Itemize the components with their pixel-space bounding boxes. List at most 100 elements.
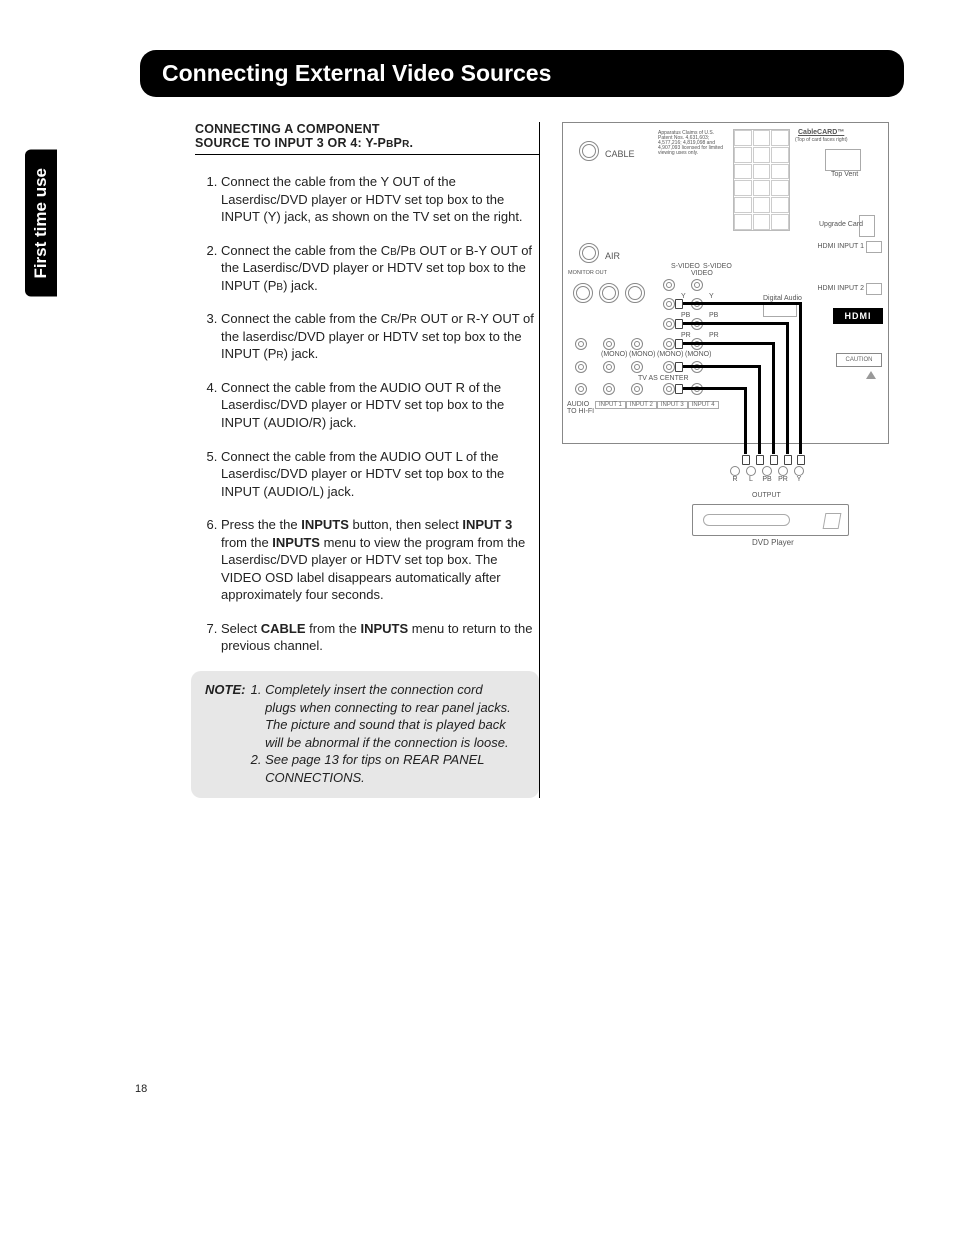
cable-pb-h [677, 322, 789, 325]
in3-r1 [663, 361, 675, 373]
cable-y-v2 [799, 432, 802, 454]
out-r2-jack [575, 383, 587, 395]
upgrade-label: Upgrade Card [819, 221, 863, 228]
plug-y [675, 299, 683, 309]
dvd-out-l: L [746, 466, 756, 483]
sub-heading-dot: . [409, 136, 413, 150]
sub-heading-line2c: P [394, 136, 403, 150]
air-label: AIR [605, 251, 620, 261]
rear-panel-diagram: CABLE AIR Apparatus Claims of U.S. Paten… [562, 122, 889, 444]
hdmi2-label: HDMI INPUT 2 [817, 285, 864, 292]
audio-hifi-label: AUDIO TO HI-FI [567, 401, 597, 415]
step-7: Select CABLE from the INPUTS menu to ret… [221, 620, 539, 655]
step-2c: /P [397, 243, 409, 258]
step-2d: B [409, 247, 416, 258]
in1-l-jack [603, 338, 615, 350]
step-7a: Select [221, 621, 261, 636]
cable-y-h [677, 302, 802, 305]
side-tab: First time use [25, 150, 57, 297]
steps-list: Connect the cable from the Y OUT of the … [195, 173, 539, 655]
cable-r-v2 [744, 432, 747, 454]
in2-r1 [631, 361, 643, 373]
input2-label: INPUT 2 [626, 401, 657, 409]
cable-pr-v [772, 342, 775, 432]
pb-label: PB [681, 312, 690, 319]
in2-l-jack [631, 338, 643, 350]
in3-r2 [663, 383, 675, 395]
cable-l-v2 [758, 432, 761, 454]
input2-sv-jack [691, 279, 703, 291]
step-7d: INPUTS [360, 621, 408, 636]
output-label: OUTPUT [752, 492, 781, 499]
cable-pr-v2 [772, 432, 775, 454]
warning-icon [866, 371, 876, 379]
hdmi1-port-icon [866, 241, 882, 253]
step-5: Connect the cable from the AUDIO OUT L o… [221, 448, 539, 501]
monitor-out-label: MONITOR OUT [568, 270, 607, 276]
sub-heading: CONNECTING A COMPONENT SOURCE TO INPUT 3… [195, 122, 539, 155]
cablecard-slot-icon [733, 129, 790, 231]
cablecard-sub: (Top of card faces right) [795, 137, 848, 143]
top-vent-label: Top Vent [831, 171, 858, 178]
hdmi2-port-icon [866, 283, 882, 295]
cable-r-h [677, 387, 747, 390]
sub-heading-line2a: SOURCE TO INPUT 3 OR 4: Y-P [195, 136, 386, 150]
input-labels-row: INPUT 1 INPUT 2 INPUT 3 INPUT 4 [595, 401, 719, 409]
step-3g: ) jack. [284, 346, 319, 361]
plug-out-r [742, 455, 750, 465]
plug-out-pb [770, 455, 778, 465]
tv-center-label: TV AS CENTER [638, 375, 689, 382]
cable-label: CABLE [605, 149, 635, 159]
plug-pb [675, 319, 683, 329]
step-3f: R [276, 350, 283, 361]
sub-heading-line1: CONNECTING A COMPONENT [195, 122, 380, 136]
page-title: Connecting External Video Sources [140, 50, 904, 97]
input3-y-jack [663, 298, 675, 310]
cable-l-v [758, 365, 761, 432]
hdmi1-label: HDMI INPUT 1 [817, 243, 864, 250]
step-7b: CABLE [261, 621, 306, 636]
page-number: 18 [135, 1083, 147, 1095]
step-6c: button, then select [349, 517, 462, 532]
step-3d: R [410, 315, 417, 326]
note-1: Completely insert the connection cord pl… [265, 681, 517, 751]
input1-sv-jack [663, 279, 675, 291]
in1-r1 [603, 361, 615, 373]
dvd-out-r: R [730, 466, 740, 483]
dvd-out-pr: PR [778, 466, 788, 483]
step-6e: from the [221, 535, 272, 550]
step-6: Press the the INPUTS button, then select… [221, 516, 539, 604]
cable-jack-icon [579, 141, 599, 161]
mono-4: (MONO) [685, 351, 711, 358]
mono-3: (MONO) [657, 351, 683, 358]
pr-label: PR [681, 332, 691, 339]
input3-label: INPUT 3 [657, 401, 688, 409]
note-label: NOTE: [205, 682, 245, 697]
dvd-label: DVD Player [752, 538, 794, 547]
step-6b: INPUTS [301, 517, 349, 532]
digital-audio-label: Digital Audio [763, 295, 802, 302]
step-6f: INPUTS [272, 535, 320, 550]
note-box: NOTE: Completely insert the connection c… [191, 671, 539, 798]
plug-out-y [797, 455, 805, 465]
out-r1-jack [575, 361, 587, 373]
out-l-jack [575, 338, 587, 350]
step-3: Connect the cable from the CR/PR OUT or … [221, 310, 539, 363]
cablecard-label: CableCARD™ [798, 129, 844, 136]
cable-y-v [799, 302, 802, 432]
svideo-label-2: S-VIDEO [703, 263, 732, 270]
monitor-jack-2 [599, 283, 619, 303]
in1-r2 [603, 383, 615, 395]
sub-heading-pb-sub: B [386, 139, 393, 150]
step-2: Connect the cable from the CB/PB OUT or … [221, 242, 539, 295]
step-3c: /P [397, 311, 409, 326]
input4-label: INPUT 4 [688, 401, 719, 409]
note-2: See page 13 for tips on REAR PANEL CONNE… [265, 751, 517, 786]
plug-l [675, 362, 683, 372]
pr-label-2: PR [709, 332, 719, 339]
monitor-jack-3 [625, 283, 645, 303]
cable-pb-v2 [786, 432, 789, 454]
video-label: VIDEO [691, 270, 713, 277]
in2-r2 [631, 383, 643, 395]
patent-text: Apparatus Claims of U.S. Patent Nos. 4,6… [658, 131, 728, 156]
